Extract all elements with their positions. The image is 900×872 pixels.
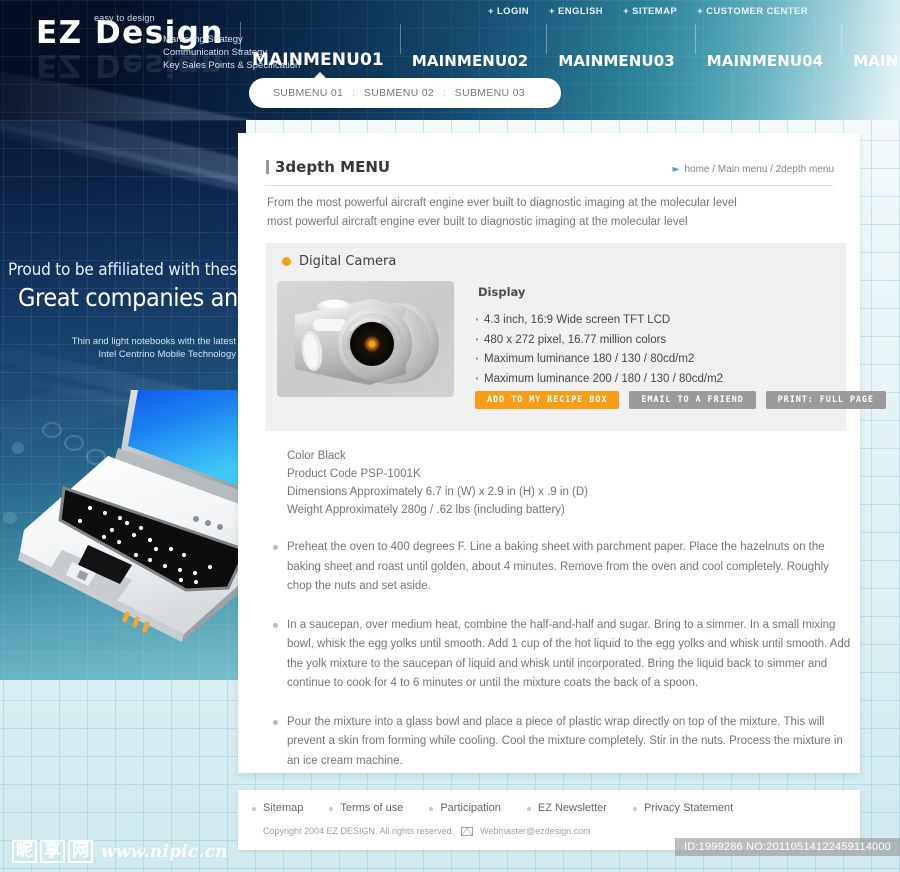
- add-to-recipe-box-button[interactable]: ADD TO MY RECIPE BOX: [475, 391, 620, 409]
- submenu-bar: SUBMENU 01 : SUBMENU 02 : SUBMENU 03: [249, 72, 561, 108]
- product-details: Color Black Product Code PSP-1001K Dimen…: [287, 447, 588, 519]
- watermark-url: www.nipic.cn: [101, 841, 228, 862]
- bullet-dot-icon: [282, 257, 291, 266]
- submenu-item-03[interactable]: SUBMENU 03: [455, 87, 525, 99]
- intro-text: From the most powerful aircraft engine e…: [267, 194, 842, 232]
- footer-link-terms[interactable]: Terms of use: [329, 802, 403, 814]
- instruction-paragraphs: Preheat the oven to 400 degrees F. Line …: [272, 538, 857, 790]
- watermark-cjk-char-3: 网: [68, 840, 93, 863]
- product-section-title: Digital Camera: [299, 254, 397, 269]
- email-to-friend-button[interactable]: EMAIL TO A FRIEND: [629, 391, 756, 409]
- mainmenu-item-03[interactable]: MAINMENU03: [546, 24, 675, 74]
- mainmenu-item-04-label: MAINMENU04: [706, 52, 824, 70]
- footer-links: Sitemap Terms of use Participation EZ Ne…: [252, 802, 759, 814]
- title-divider: [265, 185, 833, 186]
- mainmenu-item-03-label: MAINMENU03: [558, 52, 675, 70]
- mainmenu-item-05[interactable]: MAINMENU05: [841, 24, 900, 74]
- detail-line-product-code: Product Code PSP-1001K: [287, 468, 421, 480]
- utility-nav-login[interactable]: LOGIN: [488, 6, 529, 17]
- laptop-illustration: [3, 390, 246, 642]
- submenu-separator: :: [443, 87, 446, 99]
- hero-subtext: Thin and light notebooks with the latest…: [0, 335, 236, 361]
- footer-link-privacy[interactable]: Privacy Statement: [632, 802, 733, 814]
- instruction-paragraph: Pour the mixture into a glass bowl and p…: [272, 713, 857, 772]
- page-title: 3depth MENU: [266, 158, 390, 176]
- breadcrumb: home / Main menu / 2depth menu: [672, 164, 834, 175]
- utility-nav: LOGIN ENGLISH SITEMAP CUSTOMER CENTER: [488, 6, 808, 17]
- mainmenu-divider: [841, 24, 843, 54]
- intro-line-2: most powerful aircraft engine ever built…: [267, 216, 688, 228]
- utility-nav-customer-center[interactable]: CUSTOMER CENTER: [697, 6, 808, 17]
- breadcrumb-text: home / Main menu / 2depth menu: [684, 164, 834, 175]
- submenu-pointer: [313, 72, 327, 79]
- footer-link-newsletter[interactable]: EZ Newsletter: [526, 802, 607, 814]
- hero-headline-line-2: Great companies and partners.: [18, 283, 246, 312]
- mainmenu-divider: [546, 24, 548, 54]
- product-panel: Digital Camera Display · 4.3 inch, 16:9 …: [266, 243, 886, 431]
- detail-line-color: Color Black: [287, 450, 346, 462]
- footer-link-sitemap[interactable]: Sitemap: [252, 802, 303, 814]
- page-root: EZ Design EZ Design easy to design Marke…: [0, 0, 900, 872]
- spec-item: 480 x 272 pixel, 16.77 million colors: [475, 330, 723, 351]
- spec-item: Maximum luminance 200 / 180 / 130 / 80cd…: [475, 369, 723, 390]
- footer-copyright-row: Copyright 2004 EZ DESIGN. All rights res…: [263, 826, 591, 836]
- hero-headline: Proud to be affiliated with these Great …: [8, 260, 246, 313]
- print-full-page-button[interactable]: PRINT: FULL PAGE: [765, 391, 886, 409]
- hero-subtext-line-2: Intel Centrino Mobile Technology: [98, 349, 236, 360]
- spec-list: 4.3 inch, 16:9 Wide screen TFT LCD 480 x…: [475, 310, 723, 390]
- watermark-cjk-char-1: 昵: [12, 840, 37, 863]
- intro-line-1: From the most powerful aircraft engine e…: [267, 197, 737, 209]
- spec-item: Maximum luminance 180 / 130 / 80cd/m2: [475, 349, 723, 370]
- watermark-cjk-logo: 昵 享 网: [12, 840, 93, 863]
- mainmenu-divider: [399, 24, 401, 54]
- product-image[interactable]: [277, 281, 454, 397]
- hero-panel: Proud to be affiliated with these Great …: [0, 120, 246, 680]
- detail-line-weight: Weight Approximately 280g / .62 lbs (inc…: [287, 504, 565, 516]
- stock-site-watermark: 昵 享 网 www.nipic.cn: [12, 840, 228, 863]
- logo-tagline: easy to design: [94, 13, 155, 23]
- mainmenu-item-01[interactable]: MAINMENU01: [240, 22, 384, 74]
- hero-subtext-line-1: Thin and light notebooks with the latest: [71, 336, 236, 347]
- mainmenu-item-05-label: MAINMENU05: [853, 52, 900, 70]
- webmaster-email[interactable]: Webmaster@ezdesign.com: [480, 826, 591, 836]
- digital-camera-illustration: [295, 299, 439, 385]
- copyright-text: Copyright 2004 EZ DESIGN. All rights res…: [263, 826, 455, 836]
- spec-title: Display: [478, 285, 526, 299]
- spec-item: 4.3 inch, 16:9 Wide screen TFT LCD: [475, 310, 723, 331]
- mainmenu-item-01-label: MAINMENU01: [252, 50, 384, 70]
- submenu-item-01[interactable]: SUBMENU 01: [273, 87, 343, 99]
- product-section-header: Digital Camera: [282, 254, 396, 269]
- content-title-row: 3depth MENU home / Main menu / 2depth me…: [266, 158, 834, 176]
- submenu-item-02[interactable]: SUBMENU 02: [364, 87, 434, 99]
- instruction-paragraph: In a saucepan, over medium heat, combine…: [272, 616, 857, 694]
- watermark-cjk-char-2: 享: [40, 840, 65, 863]
- submenu-separator: :: [352, 87, 355, 99]
- mail-icon: [461, 826, 474, 836]
- utility-nav-sitemap[interactable]: SITEMAP: [623, 6, 677, 17]
- detail-line-dimensions: Dimensions Approximately 6.7 in (W) x 2.…: [287, 486, 589, 498]
- mainmenu-item-04[interactable]: MAINMENU04: [694, 24, 824, 74]
- mainmenu-divider: [694, 24, 696, 54]
- mainmenu-item-02-label: MAINMENU02: [411, 52, 529, 70]
- product-action-buttons: ADD TO MY RECIPE BOX EMAIL TO A FRIEND P…: [475, 391, 886, 409]
- watermark-id-badge: ID:1999286 NO:20110514122459114000: [674, 838, 900, 856]
- mainmenu-divider: [240, 22, 241, 52]
- main-navigation: MAINMENU01 MAINMENU02 MAINMENU03 MAINMEN…: [240, 22, 900, 74]
- breadcrumb-arrow-icon: [672, 166, 680, 172]
- utility-nav-english[interactable]: ENGLISH: [549, 6, 603, 17]
- footer-link-participation[interactable]: Participation: [429, 802, 501, 814]
- hero-headline-line-1: Proud to be affiliated with these: [8, 260, 246, 280]
- instruction-paragraph: Preheat the oven to 400 degrees F. Line …: [272, 538, 857, 597]
- mainmenu-item-02[interactable]: MAINMENU02: [399, 24, 529, 74]
